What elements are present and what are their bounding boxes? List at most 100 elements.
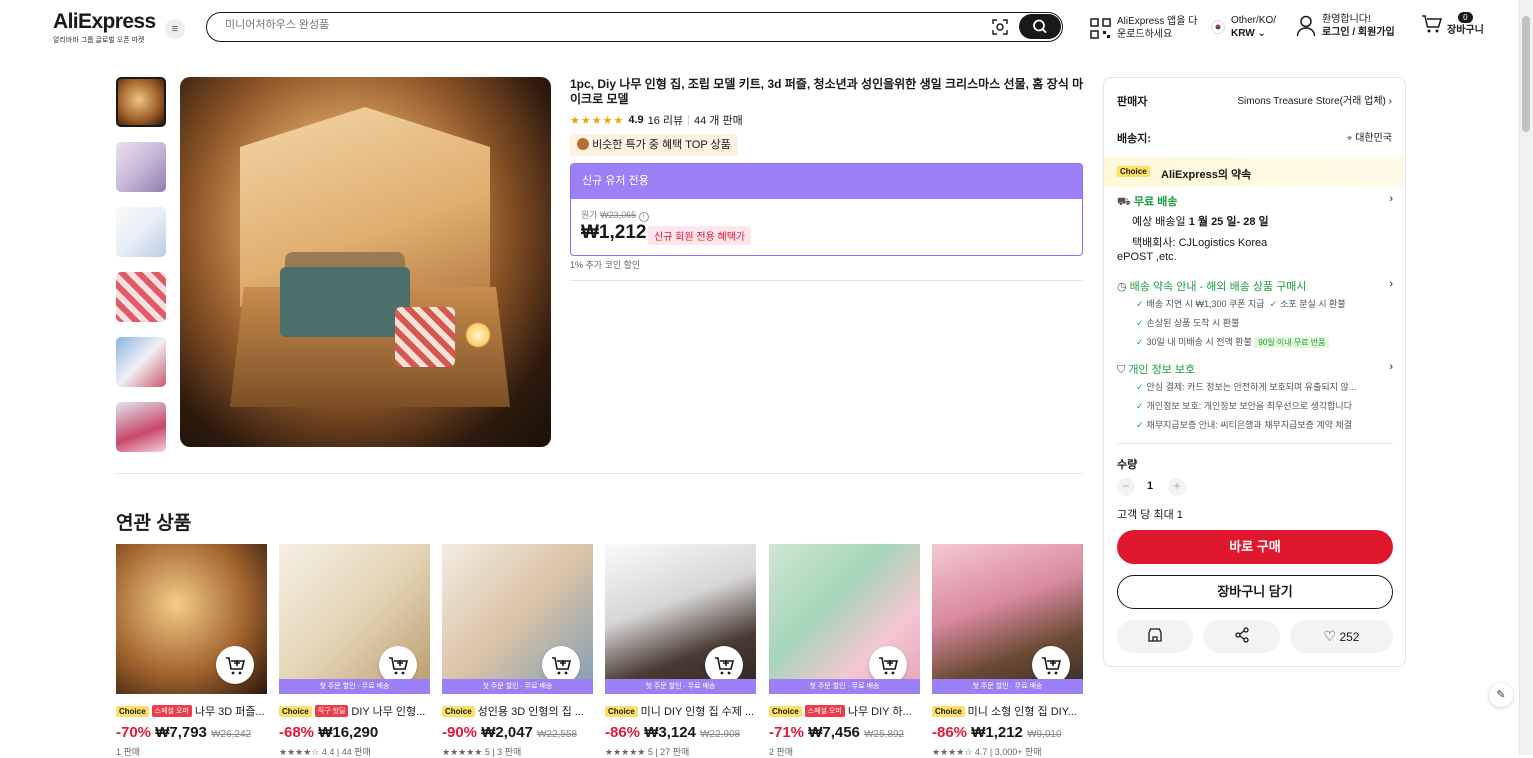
product-card[interactable]: 첫 주문 할인 · 무료 배송 Choice 직구 핫딜 DIY 나무 인형... -6… (279, 544, 430, 758)
carrier-line2: ePOST ,etc. (1117, 251, 1177, 263)
choice-badge: Choice (932, 705, 965, 717)
truck-icon: ⛟ (1117, 196, 1131, 208)
thumbnail[interactable] (116, 77, 166, 127)
seller-name: Simons Treasure Store(거래 업체) (1237, 96, 1386, 107)
account-menu[interactable]: 환영합니다! 로그인 / 회원가입 (1296, 13, 1395, 39)
menu-icon[interactable]: ≡ (165, 19, 185, 39)
product-card-title: DIY 나무 인형... (351, 706, 426, 718)
privacy-row[interactable]: ⛉ 개인 정보 보호 › (1117, 361, 1393, 377)
search-button[interactable] (1019, 14, 1061, 39)
product-card-title: 성인용 3D 인형의 집 ... (477, 706, 584, 718)
product-card-name[interactable]: Choice 성인용 3D 인형의 집 ... (442, 703, 593, 719)
product-card-price: ₩2,047 (481, 724, 533, 741)
korea-flag-icon (1211, 20, 1225, 34)
rating-stars: ★★★★★ (570, 114, 625, 127)
product-card-original-price: ₩22,558 (537, 729, 578, 740)
store-button[interactable] (1117, 620, 1193, 653)
shipping-guide-row[interactable]: ◷ 배송 약속 안내 - 해외 배송 상품 구매시 › (1117, 278, 1393, 294)
purchase-panel: 판매자 Simons Treasure Store(거래 업체) › 배송지: … (1103, 77, 1406, 667)
free-shipping-label: 무료 배송 (1133, 196, 1178, 208)
logo-text: AliExpress (53, 10, 156, 33)
free-shipping-row[interactable]: ⛟ 무료 배송 › (1117, 193, 1393, 210)
add-to-cart-icon[interactable] (216, 646, 254, 684)
product-card-image[interactable]: 첫 주문 할인 · 무료 배송 (605, 544, 756, 694)
choice-badge: Choice (442, 705, 475, 717)
main-product-image[interactable] (180, 77, 551, 447)
product-card-image[interactable]: 첫 주문 할인 · 무료 배송 (769, 544, 920, 694)
product-card[interactable]: 첫 주문 할인 · 무료 배송 Choice 미니 소형 인형 집 DIY... -8… (932, 544, 1083, 758)
scrollbar-thumb[interactable] (1522, 16, 1530, 132)
share-button[interactable] (1203, 620, 1280, 653)
wishlist-button[interactable]: ♡ 252 (1290, 620, 1393, 653)
quantity-value[interactable]: 1 (1147, 480, 1153, 492)
discount-percent: -70% (116, 724, 152, 741)
search-input[interactable] (225, 19, 925, 31)
product-card-title: 나무 3D 퍼즐... (194, 706, 265, 718)
product-card-name[interactable]: Choice 스페셜 오퍼 나무 3D 퍼즐... (116, 703, 267, 719)
rating-row: ★★★★★ 4.9 16 리뷰 | 44 개 판매 (570, 112, 743, 128)
coin-discount: 1% 추가 코인 할인 (570, 260, 641, 270)
product-card-price-row: -90% ₩2,047 ₩22,558 (442, 724, 593, 741)
thumbnail[interactable] (116, 142, 166, 192)
product-card[interactable]: 첫 주문 할인 · 무료 배송 Choice 성인용 3D 인형의 집 ... -90… (442, 544, 593, 758)
product-card-image[interactable]: 첫 주문 할인 · 무료 배송 (279, 544, 430, 694)
promo-header: 신규 유저 전용 (571, 164, 1082, 199)
quantity-decrease-button[interactable]: − (1117, 478, 1135, 496)
guarantee-refund: 30일 내 미배송 시 전액 환불 (1146, 337, 1252, 347)
edit-icon[interactable]: ✎ (1489, 683, 1513, 707)
cart-link[interactable]: 0 장바구니 (1421, 11, 1484, 37)
product-card-image[interactable] (116, 544, 267, 694)
page-scrollbar[interactable] (1519, 0, 1533, 755)
review-count[interactable]: 16 리뷰 (648, 112, 684, 128)
add-to-cart-button[interactable]: 장바구니 담기 (1117, 575, 1393, 609)
aliexpress-logo[interactable]: AliExpress 알리바바 그룹 글로벌 오픈 마켓 (53, 10, 156, 45)
product-card[interactable]: Choice 스페셜 오퍼 나무 3D 퍼즐... -70% ₩7,793 ₩26,2… (116, 544, 267, 758)
product-card[interactable]: 첫 주문 할인 · 무료 배송 Choice 미니 DIY 인형 집 수제 ... -… (605, 544, 756, 758)
thumbnail[interactable] (116, 272, 166, 322)
guarantee-line: ✓ 배송 지연 시 ₩1,300 쿠폰 지급 ✓ 소포 분실 시 환불 (1136, 299, 1346, 309)
region-selector[interactable]: Other/KO/ KRW ⌄ (1211, 14, 1276, 40)
product-card-price-row: -86% ₩1,212 ₩9,010 (932, 724, 1083, 741)
buy-now-button[interactable]: 바로 구매 (1117, 530, 1393, 564)
choice-badge: Choice (605, 705, 638, 717)
thumbnail[interactable] (116, 207, 166, 257)
privacy-payment: 안심 결제: 카드 정보는 안전하게 보호되며 유출되지 않... (1146, 382, 1357, 392)
eta-row: 예상 배송일 1 월 25 일- 28 일 (1132, 213, 1269, 229)
app-download-line1: AliExpress 앱을 다 (1117, 16, 1198, 27)
sold-count: 44 개 판매 (694, 115, 743, 127)
app-download[interactable]: AliExpress 앱을 다 운로드하세요 (1090, 15, 1197, 41)
wishlist-count: 252 (1339, 630, 1360, 644)
guarantee-line: ✓ 30일 내 미배송 시 전액 환불 90일 이내 무료 반품 (1136, 335, 1330, 348)
medal-icon (577, 138, 589, 150)
promo-strip: 첫 주문 할인 · 무료 배송 (279, 679, 430, 694)
choice-badge: Choice (1117, 166, 1150, 177)
thumbnail[interactable] (116, 402, 166, 452)
guarantee-damaged: 손상된 상품 도착 시 환불 (1146, 318, 1240, 328)
product-card[interactable]: 첫 주문 할인 · 무료 배송 Choice 스페셜 오퍼 나무 DIY 하... -7… (769, 544, 920, 758)
product-card-name[interactable]: Choice 미니 소형 인형 집 DIY... (932, 703, 1083, 719)
thumbnail[interactable] (116, 337, 166, 387)
product-card-image[interactable]: 첫 주문 할인 · 무료 배송 (932, 544, 1083, 694)
product-card-price-row: -86% ₩3,124 ₩22,908 (605, 724, 756, 741)
product-card-name[interactable]: Choice 스페셜 오퍼 나무 DIY 하... (769, 703, 920, 719)
product-card-image[interactable]: 첫 주문 할인 · 무료 배송 (442, 544, 593, 694)
login-signup-link[interactable]: 로그인 / 회원가입 (1322, 26, 1395, 39)
chevron-right-icon: › (1388, 96, 1392, 107)
product-card-name[interactable]: Choice 미니 DIY 인형 집 수제 ... (605, 703, 756, 719)
shipping-guide-label: 배송 약속 안내 - 해외 배송 상품 구매시 (1129, 281, 1307, 293)
product-card-original-price: ₩22,908 (700, 729, 741, 740)
ship-to-selector[interactable]: ⌖ 대한민국 (1347, 129, 1392, 144)
seller-link[interactable]: Simons Treasure Store(거래 업체) › (1237, 92, 1392, 107)
heart-icon: ♡ (1323, 628, 1337, 644)
search-icon (1033, 19, 1047, 34)
rating-value: 4.9 (628, 114, 644, 126)
search-bar (206, 12, 1063, 42)
product-card-name[interactable]: Choice 직구 핫딜 DIY 나무 인형... (279, 703, 430, 719)
quantity-increase-button[interactable]: + (1168, 478, 1186, 496)
new-user-promo: 신규 유저 전용 원가 ₩23,065 i ₩1,212 신규 회원 전용 혜택… (570, 163, 1083, 256)
clock-icon: ◷ (1117, 281, 1127, 293)
discount-percent: -68% (279, 724, 315, 741)
image-search-icon[interactable] (992, 19, 1008, 35)
info-icon[interactable]: i (638, 212, 649, 222)
deal-tag: 직구 핫딜 (314, 705, 349, 717)
